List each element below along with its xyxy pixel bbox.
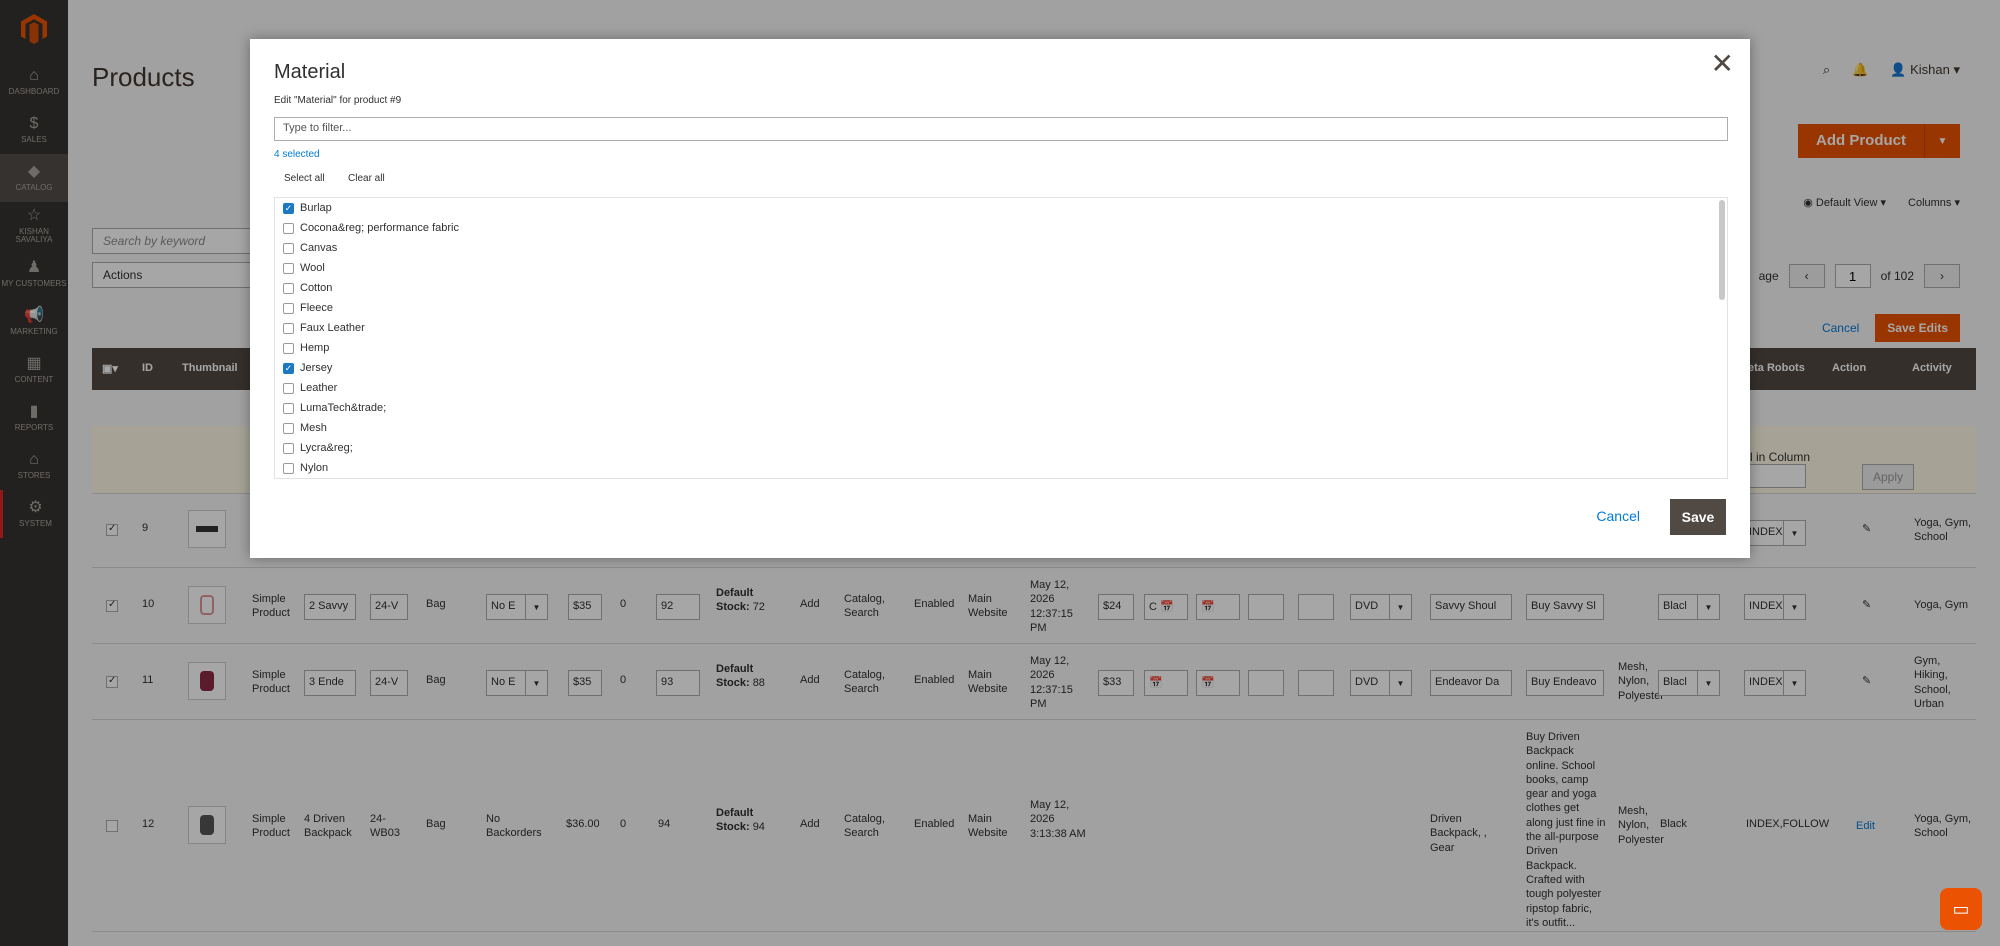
option-label: Wool: [300, 262, 325, 274]
modal-title: Material: [274, 61, 346, 83]
option-label: Hemp: [300, 342, 330, 354]
option-item[interactable]: Fleece: [275, 298, 1727, 318]
option-checkbox[interactable]: [283, 342, 294, 354]
option-checkbox[interactable]: [283, 322, 294, 334]
option-checkbox[interactable]: [283, 422, 294, 434]
cancel-button[interactable]: Cancel: [1596, 508, 1640, 524]
option-item[interactable]: ✓ Burlap: [275, 198, 1727, 218]
option-label: Burlap: [300, 202, 332, 214]
option-item[interactable]: Wool: [275, 258, 1727, 278]
option-label: Leather: [300, 382, 338, 394]
option-item[interactable]: Lycra&reg;: [275, 438, 1727, 458]
option-checkbox[interactable]: [283, 222, 294, 234]
option-label: Jersey: [300, 362, 333, 374]
material-modal: ✕ Material Edit "Material" for product #…: [250, 39, 1750, 558]
option-item[interactable]: Faux Leather: [275, 318, 1727, 338]
option-checkbox[interactable]: [283, 302, 294, 314]
option-label: Mesh: [300, 422, 327, 434]
clear-all-button[interactable]: Clear all: [348, 173, 385, 184]
scrollbar[interactable]: [1719, 200, 1725, 300]
close-icon[interactable]: ✕: [1711, 47, 1734, 80]
option-label: Cocona&reg; performance fabric: [300, 222, 459, 234]
option-checkbox[interactable]: [283, 442, 294, 454]
filter-input[interactable]: Type to filter...: [274, 117, 1728, 141]
option-label: LumaTech&trade;: [300, 402, 387, 414]
option-checkbox[interactable]: [283, 462, 294, 474]
option-item[interactable]: Cocona&reg; performance fabric: [275, 218, 1727, 238]
options-list: ✓ Burlap Cocona&reg; performance fabric Can…: [274, 197, 1728, 479]
option-checkbox[interactable]: [283, 282, 294, 294]
option-label: Nylon: [300, 462, 329, 474]
selected-count[interactable]: 4 selected: [274, 149, 320, 160]
save-button[interactable]: Save: [1670, 499, 1726, 535]
option-item[interactable]: Canvas: [275, 238, 1727, 258]
option-checkbox[interactable]: [283, 242, 294, 254]
option-label: Lycra&reg;: [300, 442, 353, 454]
option-item[interactable]: Hemp: [275, 338, 1727, 358]
option-label: Cotton: [300, 282, 333, 294]
option-item[interactable]: Leather: [275, 378, 1727, 398]
option-checkbox[interactable]: [283, 402, 294, 414]
chat-icon[interactable]: ▭: [1940, 888, 1982, 930]
option-label: Faux Leather: [300, 322, 365, 334]
option-label: Canvas: [300, 242, 338, 254]
option-checkbox[interactable]: ✓: [283, 362, 294, 374]
option-item[interactable]: Cotton: [275, 278, 1727, 298]
option-item[interactable]: Mesh: [275, 418, 1727, 438]
option-label: Fleece: [300, 302, 334, 314]
option-checkbox[interactable]: [283, 382, 294, 394]
option-item[interactable]: LumaTech&trade;: [275, 398, 1727, 418]
option-checkbox[interactable]: ✓: [283, 202, 294, 214]
select-all-button[interactable]: Select all: [284, 173, 325, 184]
option-item[interactable]: Nylon: [275, 458, 1727, 478]
modal-subtitle: Edit "Material" for product #9: [274, 95, 402, 106]
option-checkbox[interactable]: [283, 262, 294, 274]
option-item[interactable]: ✓ Jersey: [275, 358, 1727, 378]
